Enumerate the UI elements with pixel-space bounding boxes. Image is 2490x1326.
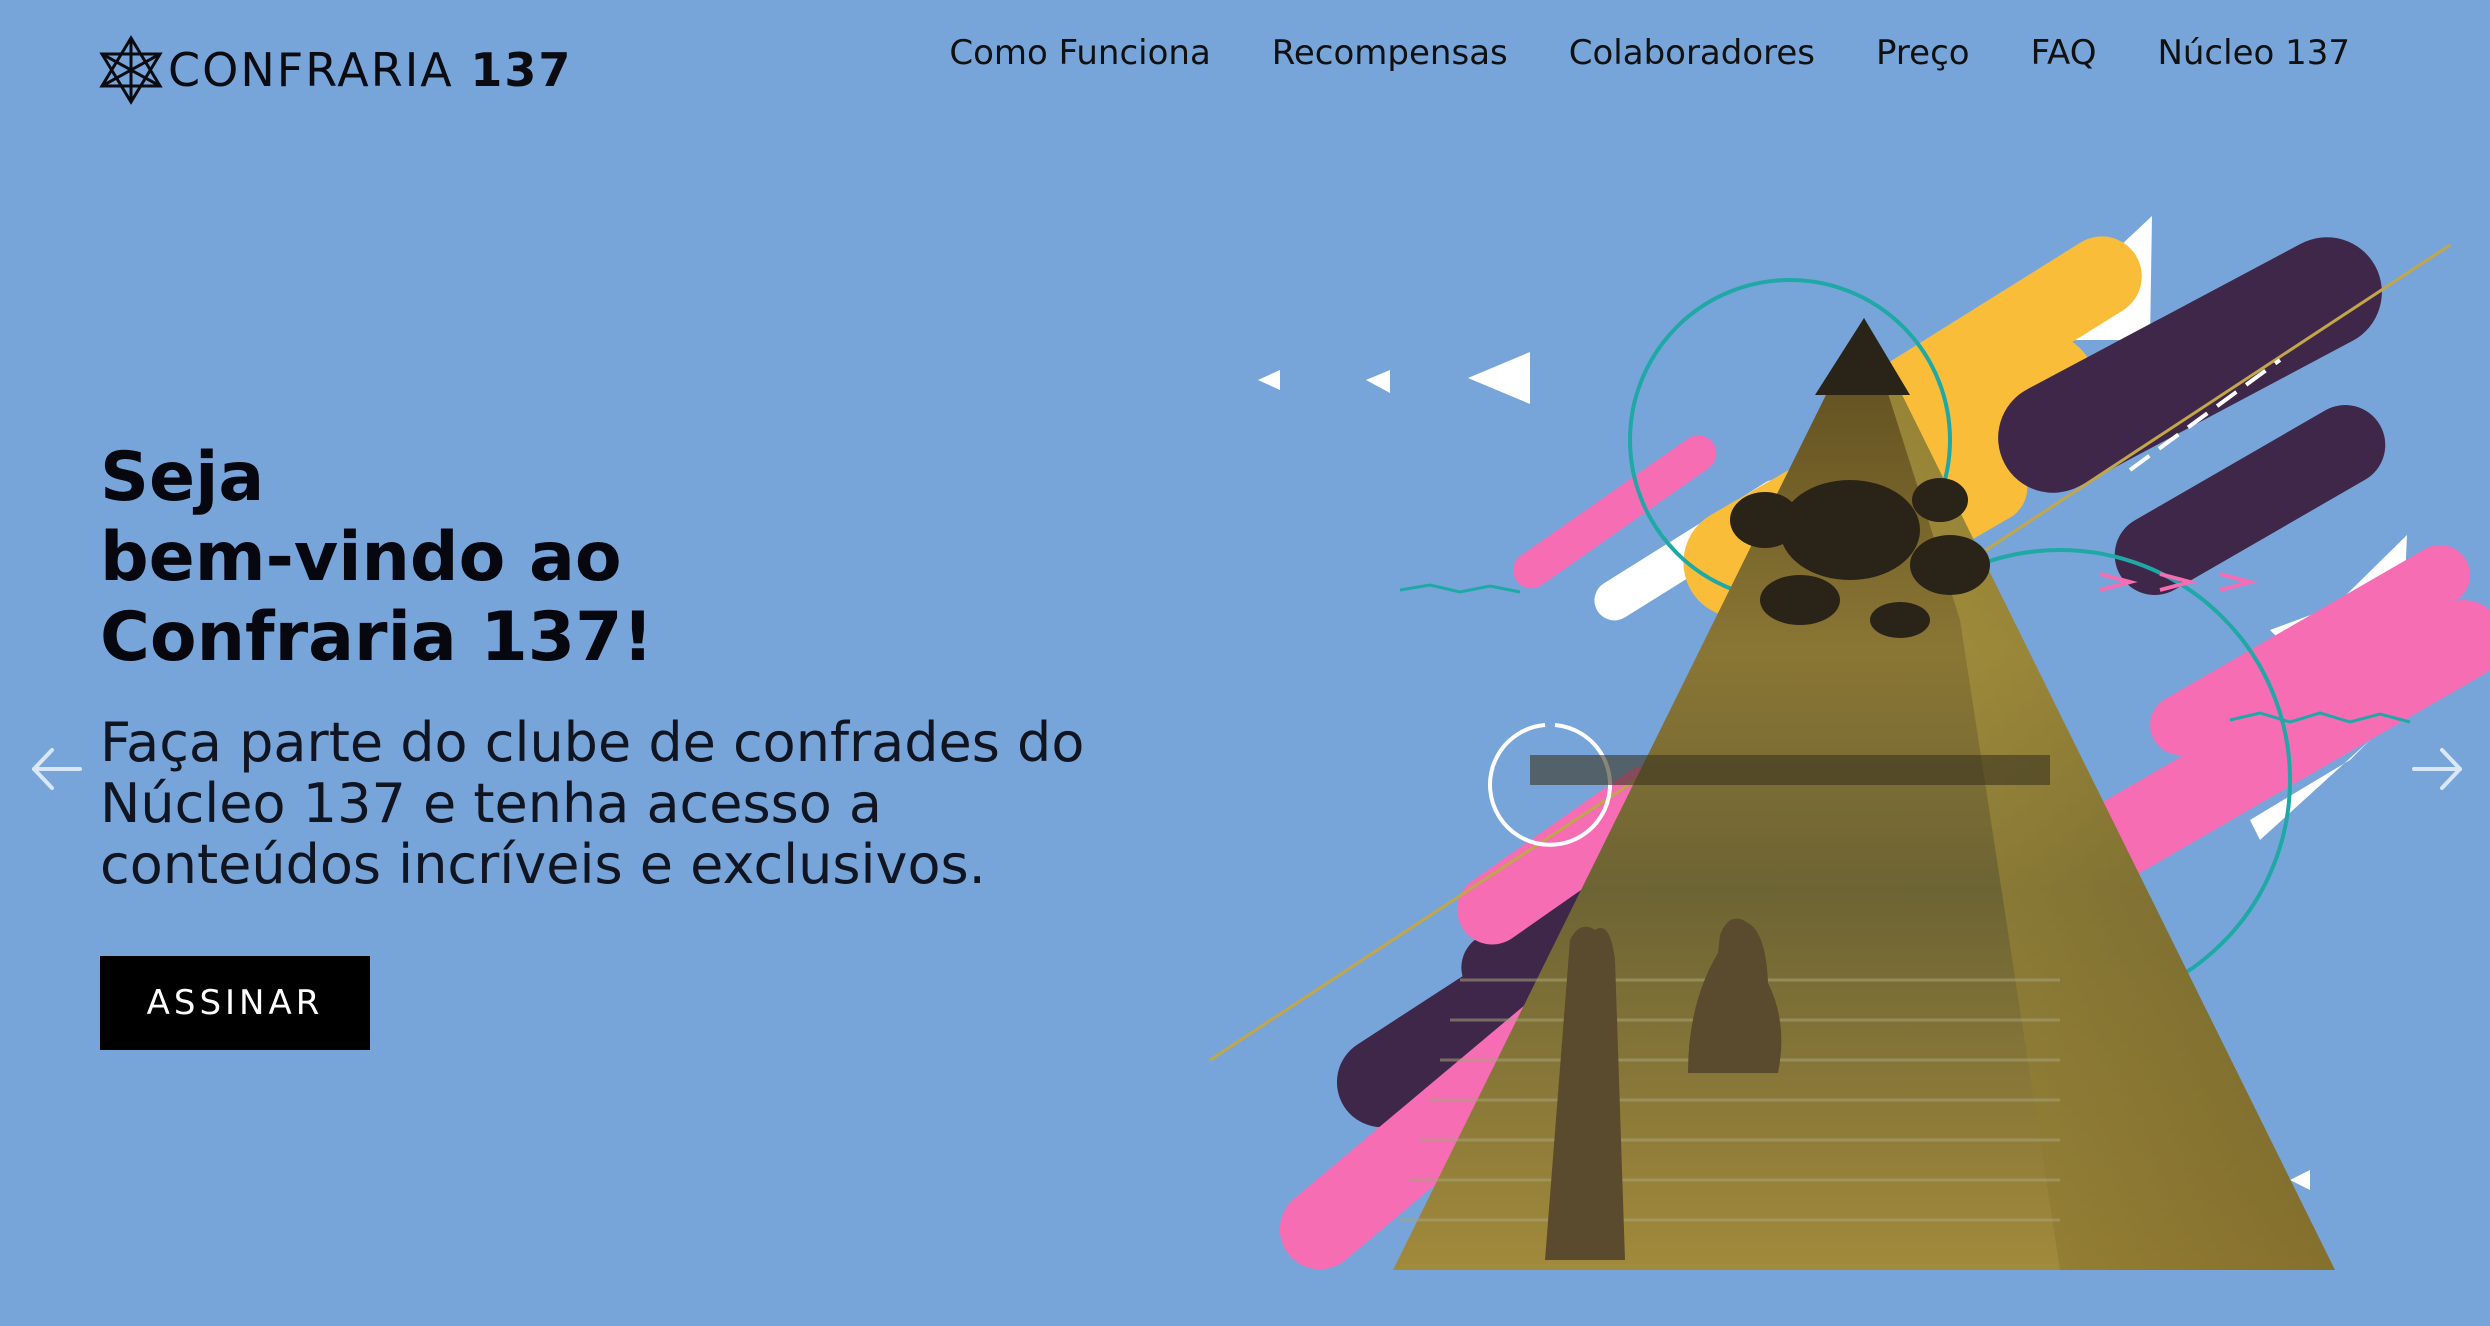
hero-pyramid-artwork (1209, 216, 2490, 1270)
main-nav: Como Funciona Recompensas Colaboradores … (888, 30, 2350, 76)
site-header: CONFRARIA 137 Como Funciona Recompensas … (0, 0, 2490, 130)
hero-subtitle: Faça parte do clube de confrades do Núcl… (100, 711, 1085, 896)
nav-item-como-funciona[interactable]: Como Funciona (949, 30, 1210, 76)
chevron-left-icon[interactable] (28, 744, 84, 794)
nav-item-faq[interactable]: FAQ (2031, 30, 2097, 76)
subscribe-button[interactable]: ASSINAR (100, 956, 370, 1050)
hero-title-line: bem-vindo ao (100, 518, 622, 597)
hero-title-line: Seja (100, 438, 265, 517)
nav-item-recompensas[interactable]: Recompensas (1272, 30, 1508, 76)
nav-item-colaboradores[interactable]: Colaboradores (1569, 30, 1815, 76)
hero-title-line: Confraria 137! (100, 598, 654, 677)
logo-wordmark: CONFRARIA 137 (168, 43, 573, 97)
merkaba-logo-icon (99, 35, 163, 105)
nav-item-preco[interactable]: Preço (1876, 30, 1970, 76)
nav-item-nucleo-137[interactable]: Núcleo 137 (2157, 30, 2350, 76)
hero-title: Seja bem-vindo ao Confraria 137! (100, 438, 653, 678)
site-logo[interactable]: CONFRARIA 137 (98, 34, 572, 106)
